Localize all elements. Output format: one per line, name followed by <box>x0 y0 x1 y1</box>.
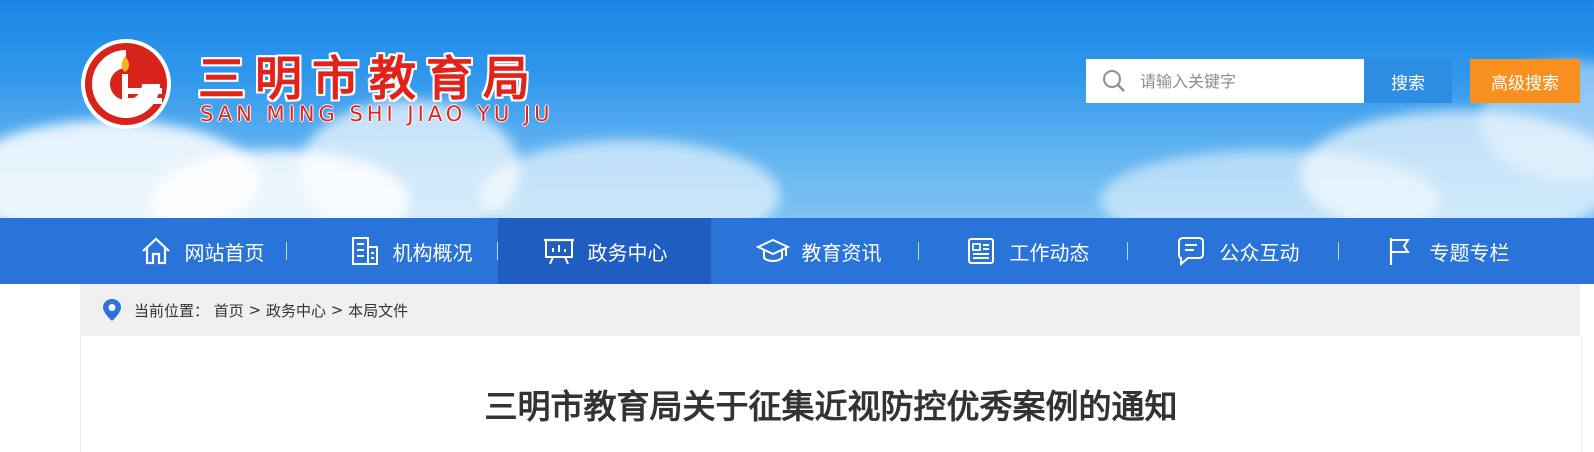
search-box <box>1086 59 1364 103</box>
breadcrumb: 当前位置： 首页 > 政务中心 > 本局文件 <box>80 284 1580 336</box>
advanced-search-button[interactable]: 高级搜索 <box>1470 59 1580 103</box>
breadcrumb-prefix: 当前位置： <box>134 301 210 320</box>
breadcrumb-separator: > <box>248 301 262 319</box>
home-icon <box>141 237 170 265</box>
nav-divider <box>918 242 919 260</box>
nav-item-home[interactable]: 网站首页 <box>95 218 308 284</box>
article-title: 三明市教育局关于征集近视防控优秀案例的通知 <box>484 387 1178 426</box>
presentation-board-icon <box>543 238 574 265</box>
site-logo[interactable]: 三明市教育局 SAN MING SHI JIAO YU JU <box>78 36 598 136</box>
nav-divider <box>286 242 287 260</box>
site-title: 三明市教育局 <box>198 52 540 107</box>
logo-emblem-icon <box>81 39 171 129</box>
nav-item-special-topics[interactable]: 专题专栏 <box>1340 218 1553 284</box>
breadcrumb-separator: > <box>330 301 344 319</box>
article-container: 三明市教育局关于征集近视防控优秀案例的通知 <box>80 336 1582 452</box>
building-icon <box>351 237 378 265</box>
nav-item-education-news[interactable]: 教育资讯 <box>712 218 925 284</box>
header-banner: 三明市教育局 SAN MING SHI JIAO YU JU 搜索 高级搜索 <box>0 0 1594 218</box>
nav-label: 专题专栏 <box>1429 240 1510 265</box>
nav-item-government-affairs[interactable]: 政务中心 <box>498 218 711 284</box>
nav-label: 网站首页 <box>184 240 265 265</box>
nav-label: 工作动态 <box>1009 240 1090 265</box>
nav-item-work-updates[interactable]: 工作动态 <box>920 218 1133 284</box>
site-subtitle: SAN MING SHI JIAO YU JU <box>200 102 554 126</box>
main-nav: 网站首页 机构概况 政务中心 教育资讯 工作动态 公众互动 专题专栏 <box>0 218 1594 284</box>
document-list-icon <box>967 238 994 264</box>
search-input[interactable] <box>1138 70 1362 92</box>
breadcrumb-link-bureau-documents[interactable]: 本局文件 <box>348 300 408 321</box>
nav-label: 公众互动 <box>1219 240 1300 265</box>
chat-bubble-icon <box>1177 237 1204 267</box>
nav-divider <box>1127 242 1128 260</box>
breadcrumb-link-government-affairs[interactable]: 政务中心 <box>266 300 326 321</box>
nav-item-public-interaction[interactable]: 公众互动 <box>1130 218 1343 284</box>
breadcrumb-link-home[interactable]: 首页 <box>214 300 244 321</box>
nav-label: 政务中心 <box>587 240 668 265</box>
search-button[interactable]: 搜索 <box>1364 59 1452 103</box>
nav-divider <box>1338 242 1339 260</box>
nav-label: 教育资讯 <box>801 240 882 265</box>
flag-icon <box>1389 238 1410 265</box>
nav-item-organization[interactable]: 机构概况 <box>303 218 516 284</box>
location-pin-icon <box>103 299 121 321</box>
graduation-cap-icon <box>755 238 790 262</box>
nav-label: 机构概况 <box>392 240 473 265</box>
search-icon <box>1103 70 1125 92</box>
